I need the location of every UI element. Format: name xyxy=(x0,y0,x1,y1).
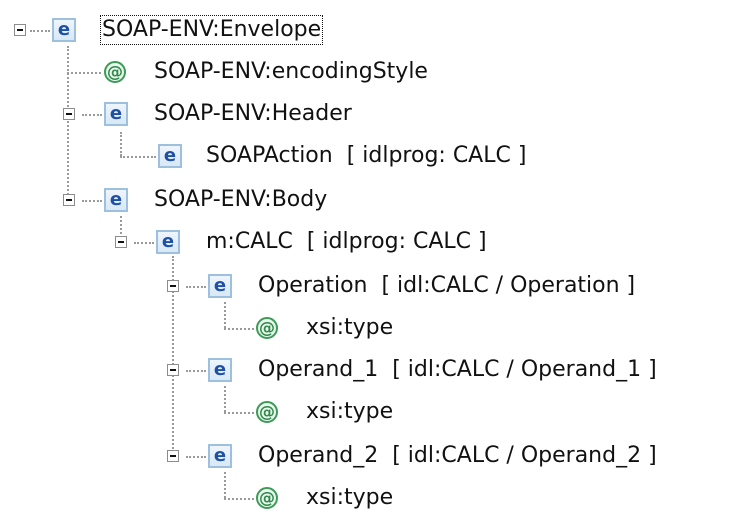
xml-tree-view: e SOAP-ENV:Envelope @ SOAP-ENV:encodingS… xyxy=(0,0,734,515)
tree-connector xyxy=(82,114,102,116)
tree-connector xyxy=(224,328,254,330)
collapse-header-toggle[interactable] xyxy=(63,108,75,120)
element-icon: e xyxy=(104,188,128,212)
element-icon: e xyxy=(208,444,232,468)
attribute-icon: @ xyxy=(256,487,278,509)
element-icon: e xyxy=(158,144,182,168)
tree-node-envelope[interactable]: SOAP-ENV:Envelope xyxy=(100,15,324,45)
tree-connector xyxy=(134,242,154,244)
collapse-calc-toggle[interactable] xyxy=(115,236,127,248)
tree-node-operation[interactable]: Operation [ idl:CALC / Operation ] xyxy=(258,271,635,301)
tree-connector xyxy=(120,132,122,156)
element-icon: e xyxy=(104,102,128,126)
tree-connector xyxy=(82,200,102,202)
tree-node-operand-2[interactable]: Operand_2 [ idl:CALC / Operand_2 ] xyxy=(258,441,657,471)
tree-connector xyxy=(224,302,226,328)
tree-node-header[interactable]: SOAP-ENV:Header xyxy=(154,99,352,129)
collapse-operand1-toggle[interactable] xyxy=(167,364,179,376)
tree-connector xyxy=(224,386,226,412)
collapse-body-toggle[interactable] xyxy=(63,194,75,206)
tree-connector xyxy=(120,156,156,158)
tree-node-xsi-type[interactable]: xsi:type xyxy=(306,397,393,427)
element-icon: e xyxy=(156,230,180,254)
collapse-operand2-toggle[interactable] xyxy=(167,450,179,462)
tree-node-operand-1[interactable]: Operand_1 [ idl:CALC / Operand_1 ] xyxy=(258,355,657,385)
tree-connector xyxy=(224,412,254,414)
attribute-icon: @ xyxy=(256,317,278,339)
element-icon: e xyxy=(52,18,76,42)
element-icon: e xyxy=(208,358,232,382)
tree-connector xyxy=(67,46,69,202)
tree-connector xyxy=(224,472,226,498)
tree-node-body[interactable]: SOAP-ENV:Body xyxy=(154,185,327,215)
element-icon: e xyxy=(208,274,232,298)
collapse-envelope-toggle[interactable] xyxy=(14,24,26,36)
tree-node-xsi-type[interactable]: xsi:type xyxy=(306,313,393,343)
tree-connector xyxy=(67,72,101,74)
collapse-operation-toggle[interactable] xyxy=(167,280,179,292)
tree-connector xyxy=(186,370,206,372)
tree-node-encoding-style[interactable]: SOAP-ENV:encodingStyle xyxy=(154,57,428,87)
tree-node-xsi-type[interactable]: xsi:type xyxy=(306,483,393,513)
attribute-icon: @ xyxy=(104,61,126,83)
tree-connector xyxy=(186,286,206,288)
tree-connector xyxy=(224,498,254,500)
tree-connector xyxy=(186,456,206,458)
tree-node-soapaction[interactable]: SOAPAction [ idlprog: CALC ] xyxy=(206,141,526,171)
tree-connector xyxy=(30,30,50,32)
attribute-icon: @ xyxy=(256,401,278,423)
tree-node-calc[interactable]: m:CALC [ idlprog: CALC ] xyxy=(206,227,487,257)
